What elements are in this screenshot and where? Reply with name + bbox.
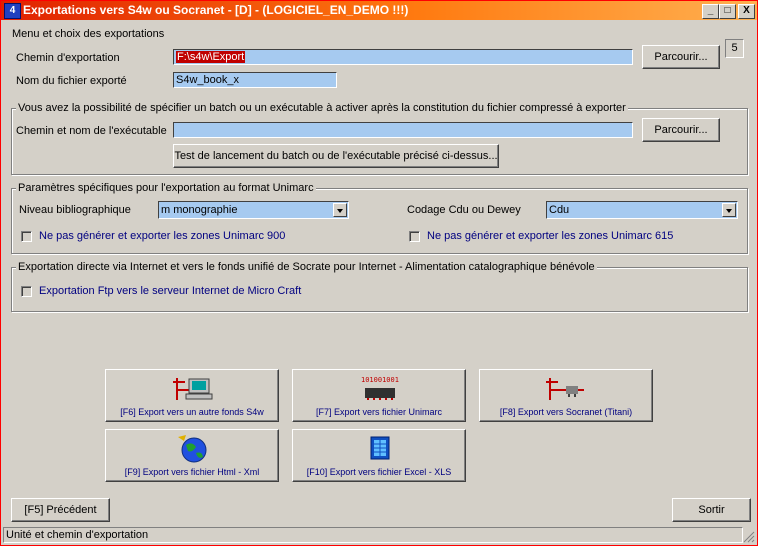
- window-title: Exportations vers S4w ou Socranet - [D] …: [23, 3, 409, 17]
- chip-icon: [365, 388, 395, 400]
- exe-path-label: Chemin et nom de l'exécutable: [16, 125, 167, 137]
- export-excel-button[interactable]: [F10] Export vers fichier Excel - XLS: [292, 429, 466, 482]
- check-ftp-label[interactable]: Exportation Ftp vers le serveur Internet…: [39, 285, 301, 297]
- test-launch-button[interactable]: Test de lancement du batch ou de l'exécu…: [173, 144, 499, 168]
- chevron-down-icon[interactable]: [333, 203, 347, 217]
- computer-network-icon: [173, 378, 213, 400]
- check-ftp-checkbox[interactable]: [21, 286, 32, 297]
- app-icon[interactable]: 4: [4, 3, 21, 19]
- file-name-field[interactable]: S4w_book_x: [173, 72, 337, 88]
- unimarc-group: [11, 188, 748, 254]
- export-excel-label: [F10] Export vers fichier Excel - XLS: [306, 467, 452, 477]
- export-html-label: [F9] Export vers fichier Html - Xml: [124, 467, 260, 477]
- resize-grip-icon[interactable]: [743, 531, 755, 543]
- close-button[interactable]: X: [738, 4, 755, 19]
- exe-path-field[interactable]: [173, 122, 633, 138]
- codage-combo[interactable]: Cdu: [546, 201, 738, 219]
- check-615-label[interactable]: Ne pas générer et exporter les zones Uni…: [427, 230, 673, 242]
- codage-label: Codage Cdu ou Dewey: [407, 204, 521, 216]
- exit-button[interactable]: Sortir: [672, 498, 751, 522]
- export-unimarc-label: [F7] Export vers fichier Unimarc: [315, 407, 443, 417]
- export-html-button[interactable]: [F9] Export vers fichier Html - Xml: [105, 429, 279, 482]
- minimize-button[interactable]: _: [702, 4, 719, 19]
- file-name-label: Nom du fichier exporté: [16, 75, 127, 87]
- export-path-field[interactable]: F:\s4w\Export: [173, 49, 633, 65]
- batch-group-legend: Vous avez la possibilité de spécifier un…: [16, 102, 628, 114]
- globe-icon: [178, 435, 207, 463]
- level-label: Niveau bibliographique: [19, 204, 131, 216]
- previous-button[interactable]: [F5] Précédent: [11, 498, 110, 522]
- export-path-value: F:\s4w\Export: [176, 51, 246, 63]
- level-combo[interactable]: m monographie: [158, 201, 349, 219]
- export-window: 4 Exportations vers S4w ou Socranet - [D…: [0, 0, 758, 546]
- export-socranet-label: [F8] Export vers Socranet (Titani): [499, 407, 633, 417]
- export-socranet-button[interactable]: [F8] Export vers Socranet (Titani): [479, 369, 653, 422]
- export-path-label: Chemin d'exportation: [16, 52, 120, 64]
- menu-group-legend: Menu et choix des exportations: [12, 28, 165, 40]
- maximize-button[interactable]: □: [719, 4, 736, 19]
- exe-path-browse-button[interactable]: Parcourir...: [642, 118, 720, 142]
- chevron-down-icon[interactable]: [722, 203, 736, 217]
- export-s4w-label: [F6] Export vers un autre fonds S4w: [120, 407, 264, 417]
- level-value: m monographie: [161, 204, 238, 216]
- internet-group-legend: Exportation directe via Internet et vers…: [16, 261, 597, 273]
- network-cable-icon: [546, 378, 584, 400]
- count-badge: 5: [725, 39, 744, 58]
- check-615-checkbox[interactable]: [409, 231, 420, 242]
- title-bar[interactable]: 4 Exportations vers S4w ou Socranet - [D…: [1, 1, 757, 20]
- binary-data-icon: 101001001: [361, 376, 399, 384]
- export-unimarc-button[interactable]: 101001001 [F7] Export vers fichier Unima…: [292, 369, 466, 422]
- check-900-checkbox[interactable]: [21, 231, 32, 242]
- status-bar: Unité et chemin d'exportation: [3, 527, 743, 543]
- check-900-label[interactable]: Ne pas générer et exporter les zones Uni…: [39, 230, 285, 242]
- codage-value: Cdu: [549, 204, 570, 216]
- export-s4w-button[interactable]: [F6] Export vers un autre fonds S4w: [105, 369, 279, 422]
- export-path-browse-button[interactable]: Parcourir...: [642, 45, 720, 69]
- spreadsheet-icon: [370, 436, 390, 460]
- unimarc-group-legend: Paramètres spécifiques pour l'exportatio…: [16, 182, 316, 194]
